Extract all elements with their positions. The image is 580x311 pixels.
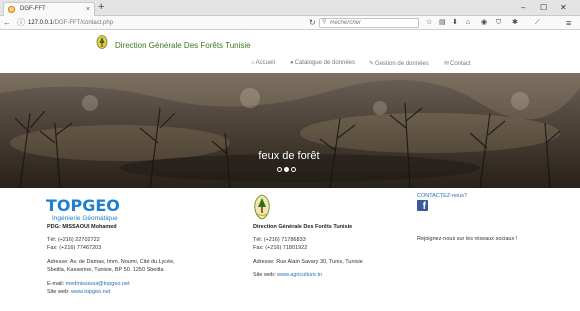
contact-us-link[interactable]: CONTACTEZ-nous? xyxy=(417,193,467,200)
url-host: 127.0.0.1 xyxy=(28,20,54,26)
dgf-tel: Tél: (+216) 71786833 xyxy=(253,237,306,243)
site-info-icon[interactable]: ⓘ xyxy=(17,17,25,29)
topgeo-fax: Fax: (+216) 77467203 xyxy=(47,245,102,251)
star-icon[interactable]: ☆ xyxy=(426,17,432,29)
email-label: E-mail: xyxy=(47,281,66,287)
addon-icon[interactable]: ✱ xyxy=(512,17,518,29)
dgf-web-link[interactable]: www.agriculture.tn xyxy=(277,272,322,278)
tab-title: DGF-FFT xyxy=(20,6,46,12)
social-join-text: Rejoignez-nous sur les réseaux sociaux ! xyxy=(417,236,518,242)
menu-item-contact[interactable]: ✉Contact xyxy=(444,60,471,67)
browser-tabbar: DGF-FFT × + – ☐ ✕ xyxy=(0,0,580,16)
wand-icon[interactable]: ⟋ xyxy=(535,17,540,29)
topgeo-logo[interactable]: TOPGEO Ingénierie Géomatique xyxy=(46,194,128,224)
burnt-forest-image xyxy=(0,73,580,188)
topgeo-pdg: PDG: MISSAOUI Mohamed xyxy=(47,224,117,230)
carousel-dot-2[interactable] xyxy=(284,167,289,172)
back-arrow-icon[interactable]: ← xyxy=(3,17,11,29)
download-icon[interactable]: ⬇ xyxy=(452,17,458,29)
window-minimize-button[interactable]: – xyxy=(521,0,525,15)
web-label: Site web: xyxy=(47,289,72,295)
url-path: /DGF-FFT/contact.php xyxy=(53,20,114,26)
search-input[interactable] xyxy=(330,19,416,27)
dgf-name: Direction Générale Des Forêts Tunisie xyxy=(253,224,353,230)
web-label: Site web: xyxy=(253,272,278,278)
globe-icon: ● xyxy=(290,60,294,66)
dgf-logo-small[interactable] xyxy=(96,35,108,50)
url-bar[interactable]: 127.0.0.1/DGF-FFT/contact.php xyxy=(28,19,113,27)
firefox-favicon-icon xyxy=(8,6,15,13)
search-box[interactable]: ⚲ xyxy=(319,18,419,28)
carousel-dot-1[interactable] xyxy=(277,167,282,172)
tab-close-icon[interactable]: × xyxy=(86,3,90,16)
dgf-address: Adresse: Rue Alain Savary 30, Tunis, Tun… xyxy=(253,259,363,265)
new-tab-button[interactable]: + xyxy=(98,0,104,15)
facebook-icon[interactable]: f xyxy=(417,200,428,212)
topgeo-logo-text: TOPGEO xyxy=(46,196,120,215)
dgf-fax: Fax: (+216) 71801922 xyxy=(253,245,308,251)
topgeo-address-line-2: Sbeitla, Kasserine, Tunisie, BP 50. 1250… xyxy=(47,267,164,273)
menu-item-label: Gestion de données xyxy=(375,61,429,67)
topgeo-web-row: Site web: www.topgeo.net xyxy=(47,289,110,296)
hero-carousel[interactable] xyxy=(0,73,580,188)
topgeo-email-row: E-mail: medmissaoui@topgeo.net xyxy=(47,281,130,288)
menu-item-catalogue[interactable]: ●Catalogue de données xyxy=(290,60,355,66)
reload-icon[interactable]: ↻ xyxy=(309,17,316,29)
reader-icon[interactable]: ▤ xyxy=(439,17,446,29)
menu-item-gestion[interactable]: ✎Gestion de données xyxy=(369,60,429,67)
home-icon: ⌂ xyxy=(251,60,255,66)
hero-caption: feux de forêt xyxy=(258,150,320,162)
dgf-web-row: Site web: www.agriculture.tn xyxy=(253,272,322,279)
topgeo-email-link[interactable]: medmissaoui@topgeo.net xyxy=(66,281,130,287)
edit-icon: ✎ xyxy=(369,61,375,67)
mail-icon: ✉ xyxy=(444,61,450,67)
pocket-icon[interactable]: ◉ xyxy=(481,17,487,29)
menu-item-label: Accueil xyxy=(255,60,275,66)
menu-icon[interactable]: ≡ xyxy=(566,17,571,29)
topgeo-logo-subtitle: Ingénierie Géomatique xyxy=(52,215,118,222)
site-title[interactable]: Direction Générale Des Forêts Tunisie xyxy=(115,41,251,50)
home-icon[interactable]: ⌂ xyxy=(466,17,470,29)
browser-navbar: ← ⓘ 127.0.0.1/DGF-FFT/contact.php ↻ ⚲ ☆ … xyxy=(0,16,580,30)
topgeo-address-line-1: Adresse: Av. de Damas, Imm. Noumi, Cité … xyxy=(47,259,175,265)
browser-tab[interactable]: DGF-FFT × xyxy=(3,2,95,16)
window-maximize-button[interactable]: ☐ xyxy=(540,0,547,15)
menu-item-accueil[interactable]: ⌂Accueil xyxy=(251,60,275,66)
search-icon: ⚲ xyxy=(322,19,327,25)
menu-item-label: Catalogue de données xyxy=(294,60,356,66)
topgeo-tel: Tél: (+216) 22702722 xyxy=(47,237,100,243)
shield-icon[interactable]: ⛉ xyxy=(496,17,501,29)
topgeo-web-link[interactable]: www.topgeo.net xyxy=(71,289,110,295)
carousel-dot-3[interactable] xyxy=(291,167,296,172)
window-close-button[interactable]: ✕ xyxy=(560,0,567,15)
dgf-logo[interactable] xyxy=(253,194,271,220)
menu-item-label: Contact xyxy=(450,61,471,67)
